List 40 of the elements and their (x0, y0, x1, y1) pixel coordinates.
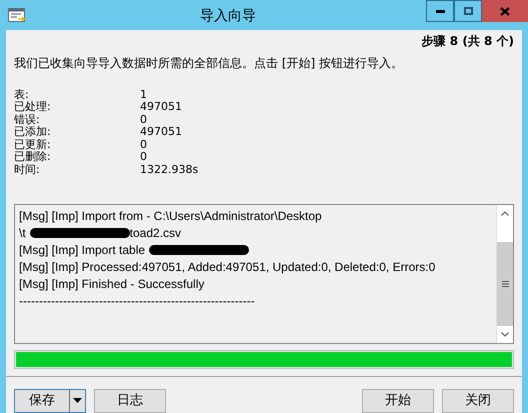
scroll-thumb[interactable] (497, 242, 513, 326)
log-line: ----------------------------------------------------------- (19, 292, 255, 310)
stat-label: 已处理: (14, 101, 52, 112)
stat-value: 497051 (140, 126, 182, 138)
stat-value: 497051 (140, 101, 182, 112)
dialog-button[interactable]: 开始 (362, 388, 434, 412)
chevron-up-icon (501, 210, 509, 216)
log-line: toad2.csv (130, 224, 182, 242)
log-line: [Msg] [Imp] Import from - C:\Users\Administrator\Desktop (19, 208, 322, 224)
caret-icon (73, 398, 82, 403)
minimize-button[interactable] (426, 0, 454, 22)
log-line: [Msg] [Imp] Finished - Successfully (19, 276, 204, 292)
stat-label: 已更新: (14, 138, 52, 150)
log-line: \t (19, 224, 26, 242)
window-title: 导入向导 (200, 7, 256, 26)
close-button[interactable] (482, 0, 528, 22)
chevron-down-icon (501, 332, 509, 336)
dialog-button[interactable]: 关闭 (442, 388, 514, 412)
save-split-button[interactable]: 保存 (14, 388, 86, 412)
stat-label: 表: (14, 88, 30, 100)
stat-value: 1322.938s (140, 164, 198, 175)
scrollbar[interactable] (496, 204, 513, 342)
log-line: [Msg] [Imp] Import table (19, 242, 146, 258)
stat-label: 已删除: (14, 151, 52, 162)
step-indicator: 步骤 8 (共 8 个) (422, 33, 514, 50)
window-app-icon (8, 8, 26, 22)
stat-label: 已添加: (14, 126, 52, 138)
close-icon (500, 6, 510, 16)
dialog-button[interactable]: 日志 (94, 388, 166, 412)
stat-label: 时间: (14, 164, 41, 175)
grip-icon (502, 280, 508, 286)
stat-value: 0 (140, 138, 147, 150)
scroll-down-button[interactable] (497, 326, 513, 342)
stat-label: 错误: (14, 114, 41, 125)
stat-value: 0 (140, 114, 147, 125)
description-text: 我们已收集向导导入数据时所需的全部信息。点击 [开始] 按钮进行导入。 (14, 55, 403, 72)
scroll-up-button[interactable] (497, 204, 513, 222)
stat-value: 1 (140, 88, 147, 100)
stat-value: 0 (140, 151, 147, 162)
log-line: [Msg] [Imp] Processed:497051, Added:497051, Updated:0, Deleted:0, Errors:0 (19, 258, 436, 276)
